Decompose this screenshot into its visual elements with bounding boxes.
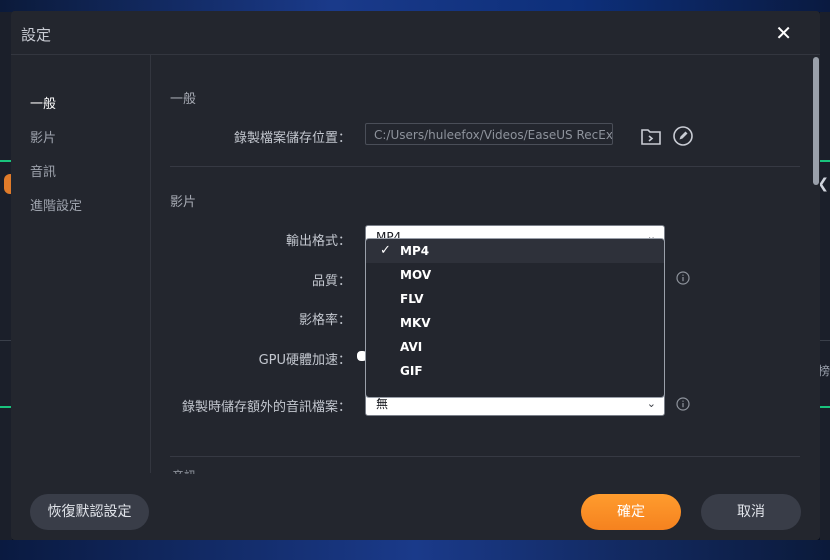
general-section-title: 一般 <box>170 92 197 107</box>
output-format-label: 輸出格式： <box>285 234 351 249</box>
next-section-peek: 音訊 <box>172 467 196 474</box>
sidebar-item-general[interactable]: 一般 <box>30 93 56 112</box>
format-option-label: MKV <box>400 316 431 330</box>
format-option-label: GIF <box>400 364 423 378</box>
check-icon: ✓ <box>380 243 391 258</box>
format-option-label: FLV <box>400 292 424 306</box>
info-icon[interactable] <box>676 270 690 285</box>
background-app-bottom <box>0 540 830 560</box>
format-option-mkv[interactable]: MKV <box>366 311 664 335</box>
close-icon[interactable]: ✕ <box>775 21 792 45</box>
format-option-mp4[interactable]: ✓ MP4 <box>366 239 664 263</box>
settings-dialog: 設定 ✕ 一般 影片 音訊 進階設定 一般 錄製檔案儲存位置： C:/Users… <box>11 11 820 540</box>
dialog-footer: 恢復默認設定 確定 取消 <box>11 474 820 540</box>
video-section-title: 影片 <box>170 195 197 210</box>
settings-content: 一般 錄製檔案儲存位置： C:/Users/huleefox/Videos/Ea… <box>151 55 811 473</box>
save-path-field[interactable]: C:/Users/huleefox/Videos/EaseUS RecEx <box>365 123 613 145</box>
output-format-dropdown: ✓ MP4 MOV FLV MKV AVI GIF <box>365 238 665 398</box>
section-divider <box>170 166 800 167</box>
info-icon[interactable] <box>676 396 690 411</box>
format-option-label: MOV <box>400 268 432 282</box>
scrollbar-thumb[interactable] <box>813 57 819 185</box>
gpu-label: GPU硬體加速： <box>258 353 351 368</box>
sidebar-item-audio[interactable]: 音訊 <box>30 161 56 180</box>
save-path-label: 錄製檔案儲存位置： <box>233 131 351 146</box>
format-option-avi[interactable]: AVI <box>366 335 664 359</box>
sidebar-item-video[interactable]: 影片 <box>30 127 56 146</box>
background-app-right <box>820 12 830 540</box>
format-option-gif[interactable]: GIF <box>366 359 664 383</box>
framerate-label: 影格率： <box>298 313 351 328</box>
settings-sidebar: 一般 影片 音訊 進階設定 <box>11 55 151 473</box>
edit-icon[interactable] <box>672 125 694 147</box>
section-divider <box>170 456 800 457</box>
cancel-button[interactable]: 取消 <box>701 494 801 530</box>
format-option-mov[interactable]: MOV <box>366 263 664 287</box>
background-accent-line <box>820 160 830 162</box>
scrollbar[interactable] <box>812 55 820 473</box>
sidebar-item-advanced[interactable]: 進階設定 <box>30 195 82 214</box>
dialog-title: 設定 <box>21 26 52 44</box>
extra-audio-label: 錄製時儲存額外的音訊檔案： <box>181 400 351 415</box>
format-option-label: MP4 <box>400 244 430 258</box>
folder-icon[interactable] <box>640 125 662 147</box>
background-accent-line <box>820 406 830 408</box>
quality-label: 品質： <box>311 274 351 289</box>
restore-defaults-button[interactable]: 恢復默認設定 <box>30 494 149 530</box>
extra-audio-value: 無 <box>376 397 389 411</box>
confirm-button[interactable]: 確定 <box>581 494 681 530</box>
format-option-label: AVI <box>400 340 423 354</box>
format-option-flv[interactable]: FLV <box>366 287 664 311</box>
dialog-titlebar: 設定 ✕ <box>11 11 820 55</box>
background-divider <box>820 340 830 341</box>
